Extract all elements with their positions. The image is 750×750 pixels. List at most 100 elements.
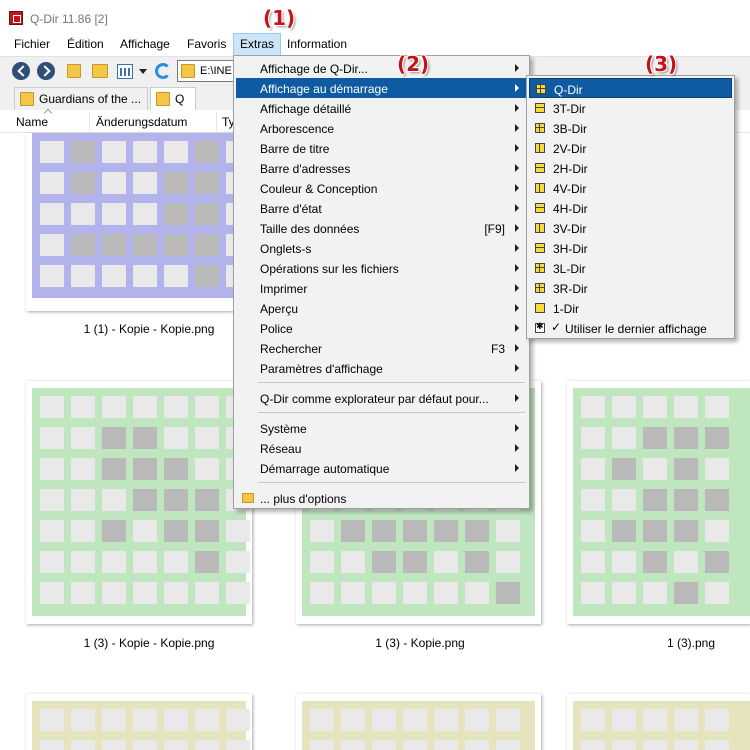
menu-item-parametres-affichage[interactable]: Paramètres d'affichage (236, 358, 527, 378)
menu-item-demarrage-auto[interactable]: Démarrage automatique (236, 458, 527, 478)
menu-item-plus-options[interactable]: ... plus d'options (236, 488, 527, 508)
preview-cell (496, 582, 520, 604)
menu-affichage[interactable]: Affichage (114, 33, 176, 56)
preview-cell (133, 234, 157, 256)
preview-cell (133, 520, 157, 542)
preview-cell (465, 582, 489, 604)
menu-item-reseau[interactable]: Réseau (236, 438, 527, 458)
preview-cell (195, 489, 219, 511)
tab-guardians[interactable]: Guardians of the ... (14, 87, 148, 110)
menu-item-label: Q-Dir comme explorateur par défaut pour.… (260, 392, 489, 406)
back-icon[interactable] (12, 62, 30, 80)
file-thumbnail[interactable] (567, 381, 750, 624)
preview-cell (195, 520, 219, 542)
menu-item-affichage-detaille[interactable]: Affichage détaillé (236, 98, 527, 118)
preview-cell (341, 520, 365, 542)
menu-item-affichage-demarrage[interactable]: Affichage au démarrage (236, 78, 527, 98)
preview-cell (612, 489, 636, 511)
menu-extras[interactable]: Extras (233, 33, 282, 56)
menu-favoris[interactable]: Favoris (181, 33, 232, 56)
submenu-item-1[interactable]: 1-Dir (529, 298, 732, 318)
menu-item-police[interactable]: Police (236, 318, 527, 338)
preview-cell (643, 427, 667, 449)
menu-item-barre-adresses[interactable]: Barre d'adresses (236, 158, 527, 178)
preview-cell (496, 520, 520, 542)
preview-cell (40, 709, 64, 731)
forward-icon[interactable] (37, 62, 55, 80)
preview-cell (674, 396, 698, 418)
menu-edition[interactable]: Édition (61, 33, 110, 56)
submenu-item-2h[interactable]: 2H-Dir (529, 158, 732, 178)
menu-fichier[interactable]: Fichier (8, 33, 56, 56)
preview-cell (403, 709, 427, 731)
menu-item-onglets[interactable]: Onglets-s (236, 238, 527, 258)
menu-item-operations-fichiers[interactable]: Opérations sur les fichiers (236, 258, 527, 278)
file-thumbnail[interactable] (296, 694, 541, 750)
menu-item-imprimer[interactable]: Imprimer (236, 278, 527, 298)
menu-separator (258, 482, 525, 483)
app-icon (9, 11, 23, 25)
file-name[interactable]: 1 (3).png (566, 636, 750, 650)
menu-item-taille-donnees[interactable]: Taille des données [F9] (236, 218, 527, 238)
file-name[interactable]: 1 (3) - Kopie - Kopie.png (24, 636, 274, 650)
submenu-item-2v[interactable]: 2V-Dir (529, 138, 732, 158)
submenu-item-4v[interactable]: 4V-Dir (529, 178, 732, 198)
file-thumbnail[interactable] (26, 133, 252, 311)
preview-cell (133, 740, 157, 750)
submenu-item-3t[interactable]: 3T-Dir (529, 98, 732, 118)
menu-item-couleur-conception[interactable]: Couleur & Conception (236, 178, 527, 198)
file-thumbnail[interactable] (26, 694, 252, 750)
submenu-arrow-icon (515, 324, 519, 332)
submenu-item-3h[interactable]: 3H-Dir (529, 238, 732, 258)
preview-cell (581, 520, 605, 542)
refresh-icon[interactable] (155, 63, 171, 79)
column-name[interactable]: Name (16, 115, 48, 129)
parent-folder-icon[interactable] (67, 64, 81, 78)
menu-item-systeme[interactable]: Système (236, 418, 527, 438)
menu-item-label: 3V-Dir (553, 222, 587, 236)
submenu-item-3v[interactable]: 3V-Dir (529, 218, 732, 238)
preview-cell (465, 520, 489, 542)
preview-cell (581, 396, 605, 418)
column-divider[interactable] (89, 112, 90, 131)
layout-2h-icon (535, 163, 545, 173)
preview-cell (612, 551, 636, 573)
file-thumbnail[interactable] (567, 694, 750, 750)
preview-cell (705, 582, 729, 604)
tab-q[interactable]: Q (150, 87, 196, 110)
preview-cell (164, 489, 188, 511)
submenu-arrow-icon (515, 104, 519, 112)
submenu-item-qdir[interactable]: Q-Dir (529, 78, 732, 98)
submenu-item-last-view[interactable]: ✓Utiliser le dernier affichage (529, 318, 732, 338)
address-bar[interactable]: E:\INE (177, 60, 237, 82)
submenu-arrow-icon (515, 284, 519, 292)
menu-item-arborescence[interactable]: Arborescence (236, 118, 527, 138)
submenu-item-3b[interactable]: 3B-Dir (529, 118, 732, 138)
menu-item-affichage-qdir[interactable]: Affichage de Q-Dir... (236, 58, 527, 78)
menu-item-apercu[interactable]: Aperçu (236, 298, 527, 318)
menu-item-explorateur-defaut[interactable]: Q-Dir comme explorateur par défaut pour.… (236, 388, 527, 408)
view-dropdown-icon[interactable] (139, 69, 147, 74)
title-bar: Q-Dir 11.86 [2] (0, 0, 750, 33)
menu-item-barre-titre[interactable]: Barre de titre (236, 138, 527, 158)
menu-item-barre-etat[interactable]: Barre d'état (236, 198, 527, 218)
preview-cell (71, 520, 95, 542)
menu-information[interactable]: Information (281, 33, 353, 56)
checkmark-icon: ✓ (551, 320, 562, 334)
file-thumbnail[interactable] (26, 381, 252, 624)
column-divider[interactable] (216, 112, 217, 131)
file-name[interactable]: 1 (3) - Kopie.png (295, 636, 545, 650)
preview-cell (496, 740, 520, 750)
preview-cell (310, 520, 334, 542)
submenu-item-4h[interactable]: 4H-Dir (529, 198, 732, 218)
preview-cell (674, 489, 698, 511)
column-date[interactable]: Änderungsdatum (96, 115, 187, 129)
menu-item-rechercher[interactable]: Rechercher F3 (236, 338, 527, 358)
layout-2v-icon (535, 143, 545, 153)
new-folder-icon[interactable] (92, 64, 108, 78)
preview-cell (71, 551, 95, 573)
preview-cell (705, 489, 729, 511)
view-mode-icon[interactable] (117, 64, 133, 79)
submenu-item-3r[interactable]: 3R-Dir (529, 278, 732, 298)
submenu-item-3l[interactable]: 3L-Dir (529, 258, 732, 278)
